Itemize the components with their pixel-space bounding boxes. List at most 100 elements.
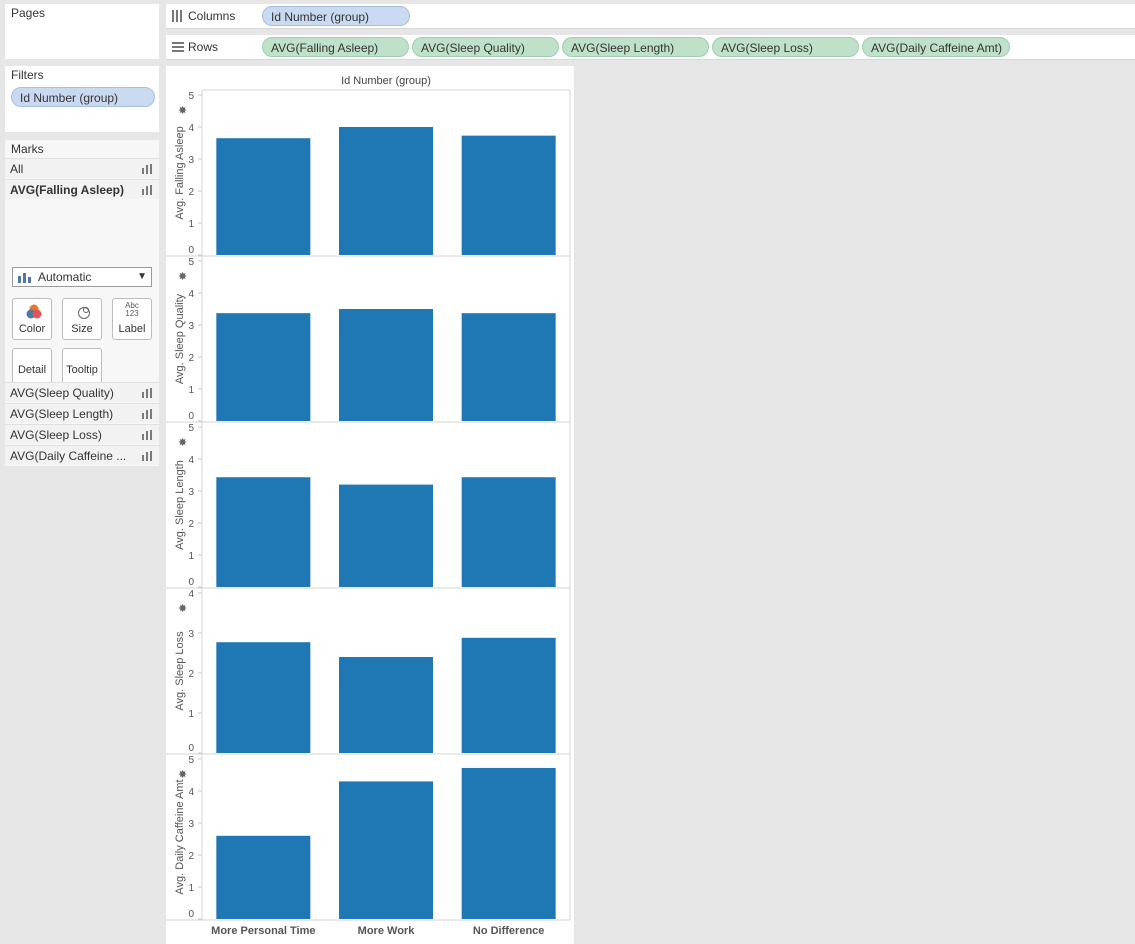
detail-button-label: Detail: [17, 364, 47, 376]
rows-pill-sleep-length[interactable]: AVG(Sleep Length): [562, 37, 709, 57]
bar[interactable]: [216, 835, 311, 919]
bar-chart-icon: [142, 409, 154, 419]
bar-chart-icon: [142, 451, 154, 461]
y-tick-label: 0: [188, 909, 194, 920]
mark-type-select[interactable]: Automatic ▼: [12, 267, 152, 287]
label-button[interactable]: Abc 123 Label: [112, 298, 152, 340]
filter-pill-id-number[interactable]: Id Number (group): [11, 87, 155, 107]
bar[interactable]: [461, 135, 556, 255]
x-category-label: More Work: [358, 925, 416, 937]
rows-shelf-label: Rows: [188, 40, 219, 54]
column-header: Id Number (group): [341, 75, 431, 87]
y-tick-label: 2: [188, 519, 194, 530]
bar[interactable]: [461, 313, 556, 421]
y-tick-label: 4: [188, 455, 194, 466]
label-icon: Abc 123: [113, 302, 151, 318]
columns-shelf-label: Columns: [188, 9, 236, 23]
columns-icon: [172, 10, 182, 22]
size-button-label: Size: [71, 323, 93, 335]
size-button[interactable]: Size: [62, 298, 102, 340]
pin-icon[interactable]: ✸: [178, 437, 187, 449]
pages-title: Pages: [11, 6, 46, 20]
y-tick-label: 0: [188, 577, 194, 588]
chart-svg: Id Number (group) 0 1 2 3 4 5 Avg. Falling Asle…: [166, 75, 571, 937]
x-category-label: No Difference: [473, 925, 545, 937]
bar-chart-icon: [142, 164, 154, 174]
y-tick-label: 4: [188, 123, 194, 134]
bar-chart-icon: [142, 388, 154, 398]
bar[interactable]: [216, 642, 311, 753]
marks-row-label: AVG(Sleep Loss): [10, 428, 102, 442]
y-tick-label: 2: [188, 187, 194, 198]
marks-row-all[interactable]: All: [5, 158, 159, 178]
y-tick-label: 4: [188, 589, 194, 600]
rows-pill-sleep-quality[interactable]: AVG(Sleep Quality): [412, 37, 559, 57]
color-button[interactable]: Color: [12, 298, 52, 340]
y-tick-label: 1: [188, 883, 194, 894]
pin-icon[interactable]: ✸: [178, 105, 187, 117]
y-tick-label: 5: [188, 91, 194, 102]
marks-row-label: AVG(Sleep Quality): [10, 386, 114, 400]
y-tick-label: 1: [188, 219, 194, 230]
marks-row-sleep-quality[interactable]: AVG(Sleep Quality): [5, 382, 159, 402]
marks-row-label: AVG(Daily Caffeine ...: [10, 449, 127, 463]
marks-properties: Automatic ▼ Color Size Abc 123 Label Det…: [5, 200, 159, 390]
rows-shelf[interactable]: Rows AVG(Falling Asleep) AVG(Sleep Quali…: [166, 35, 1135, 60]
bar[interactable]: [216, 138, 311, 255]
bar[interactable]: [339, 309, 433, 421]
y-tick-label: 2: [188, 851, 194, 862]
y-tick-label: 0: [188, 411, 194, 422]
y-tick-label: 4: [188, 787, 194, 798]
mark-type-value: Automatic: [38, 270, 92, 284]
marks-row-sleep-loss[interactable]: AVG(Sleep Loss): [5, 424, 159, 444]
marks-row-label: AVG(Sleep Length): [10, 407, 114, 421]
columns-pill-id-number[interactable]: Id Number (group): [262, 6, 410, 26]
bar[interactable]: [339, 657, 433, 753]
y-tick-label: 5: [188, 755, 194, 766]
marks-row-daily-caffeine[interactable]: AVG(Daily Caffeine ...: [5, 445, 159, 465]
marks-title: Marks: [11, 142, 44, 156]
pin-icon[interactable]: ✸: [178, 769, 187, 781]
marks-row-label: All: [10, 162, 24, 176]
chevron-down-icon: ▼: [137, 271, 147, 282]
y-tick-label: 3: [188, 155, 194, 166]
bar[interactable]: [216, 313, 311, 421]
rows-pill-daily-caffeine[interactable]: AVG(Daily Caffeine Amt): [862, 37, 1010, 57]
columns-shelf[interactable]: Columns Id Number (group): [166, 4, 1135, 29]
bar[interactable]: [339, 484, 433, 587]
filters-title: Filters: [11, 68, 44, 82]
color-button-label: Color: [18, 323, 46, 335]
y-tick-label: 4: [188, 289, 194, 300]
y-tick-label: 2: [188, 669, 194, 680]
marks-row-falling-asleep[interactable]: AVG(Falling Asleep): [5, 179, 159, 199]
bar[interactable]: [461, 477, 556, 587]
bar[interactable]: [461, 637, 556, 753]
pin-icon[interactable]: ✸: [178, 603, 187, 615]
y-tick-label: 1: [188, 709, 194, 720]
y-axis-title: Avg. Daily Caffeine Amt: [174, 779, 186, 894]
marks-row-sleep-length[interactable]: AVG(Sleep Length): [5, 403, 159, 423]
bar-chart-icon: [18, 273, 31, 283]
label-icon-text-bottom: 123: [125, 309, 139, 318]
y-tick-label: 5: [188, 257, 194, 268]
y-tick-label: 0: [188, 743, 194, 754]
y-tick-label: 3: [188, 819, 194, 830]
bar[interactable]: [339, 781, 433, 919]
size-icon: [78, 307, 90, 319]
bar[interactable]: [339, 127, 433, 255]
chart-pane: Id Number (group) 0 1 2 3 4 5 Avg. Falling Asle…: [166, 66, 574, 944]
pin-icon[interactable]: ✸: [178, 271, 187, 283]
y-tick-label: 0: [188, 245, 194, 256]
x-category-label: More Personal Time: [211, 925, 315, 937]
pages-card: Pages: [5, 4, 159, 59]
rows-pill-falling-asleep[interactable]: AVG(Falling Asleep): [262, 37, 409, 57]
bar[interactable]: [216, 477, 311, 587]
bar-chart-icon: [142, 185, 154, 195]
rows-icon: [172, 42, 184, 52]
bar[interactable]: [461, 767, 556, 919]
bar-chart-icon: [142, 430, 154, 440]
y-tick-label: 2: [188, 353, 194, 364]
filters-card: Filters Id Number (group): [5, 66, 159, 132]
marks-card: Marks All AVG(Falling Asleep) Automatic …: [5, 140, 159, 466]
rows-pill-sleep-loss[interactable]: AVG(Sleep Loss): [712, 37, 859, 57]
